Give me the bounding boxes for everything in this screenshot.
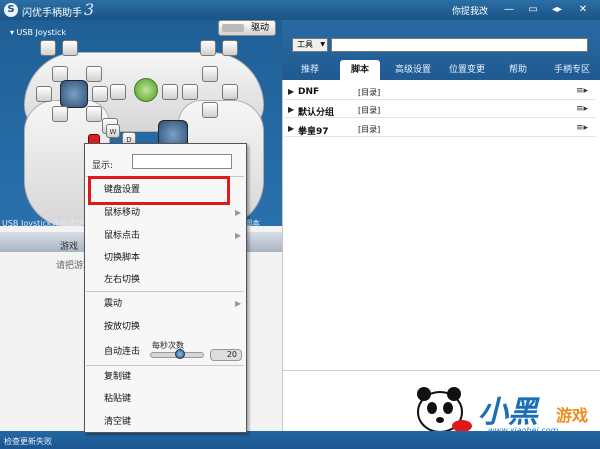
highlight-annotation [88, 176, 230, 205]
display-label: 显示: [92, 161, 114, 171]
tab-game[interactable]: 游戏 [60, 239, 78, 252]
script-group-row[interactable]: ▶ 拳皇97 [目录] ≡▸ [284, 121, 596, 137]
tab-advanced-settings[interactable]: 高级设置 [390, 60, 436, 80]
key-lt[interactable] [62, 40, 78, 56]
menu-item-vibration[interactable]: 震动 [104, 295, 244, 313]
update-status-text: 检查更新失败 [4, 437, 52, 446]
key-w[interactable]: W [106, 124, 120, 138]
script-group-row[interactable]: ▶ 默认分组 [目录] ≡▸ [284, 102, 596, 118]
submenu-arrow-icon: ▶ [235, 299, 242, 308]
key-a[interactable] [202, 102, 218, 118]
feedback-link[interactable]: 你提我改 [452, 4, 488, 17]
menu-item-mouse-move[interactable]: 鼠标移动 [104, 204, 244, 222]
menu-item-copy-key[interactable]: 复制键 [104, 368, 244, 386]
script-group-type: [目录] [358, 88, 381, 97]
search-input[interactable] [331, 38, 588, 52]
stick-left[interactable] [36, 86, 52, 102]
menu-item-switch-script[interactable]: 切换脚本 [104, 249, 244, 267]
tab-recommend[interactable]: 推荐 [290, 60, 330, 80]
app-title: 闪优手柄助手 [22, 8, 82, 19]
script-group-name: DNF [298, 87, 320, 97]
menu-item-press-release-toggle[interactable]: 按放切换 [104, 318, 244, 336]
submenu-arrow-icon: ▶ [235, 231, 242, 240]
script-group-name: 默认分组 [298, 108, 335, 118]
tab-scripts[interactable]: 脚本 [340, 60, 380, 80]
script-group-row[interactable]: ▶ DNF [目录] ≡▸ [284, 84, 596, 100]
key-rb[interactable] [222, 40, 238, 56]
stick-up-right[interactable] [86, 66, 102, 82]
key-start[interactable] [162, 84, 178, 100]
status-bar [0, 431, 600, 449]
menu-item-mouse-click[interactable]: 鼠标点击 [104, 227, 244, 245]
tab-help[interactable]: 帮助 [500, 60, 536, 80]
menu-item-clear-key[interactable]: 清空键 [104, 413, 244, 431]
frequency-value[interactable]: 20 [210, 349, 242, 361]
key-b[interactable] [222, 84, 238, 100]
menu-item-paste-key[interactable]: 粘贴键 [104, 390, 244, 408]
stick-down-right[interactable] [86, 106, 102, 122]
row-menu-icon[interactable]: ≡▸ [576, 123, 588, 133]
tab-position-change[interactable]: 位置变更 [444, 60, 490, 80]
close-button[interactable]: ✕ [572, 2, 594, 18]
key-back[interactable] [110, 84, 126, 100]
app-version: 3 [84, 0, 95, 19]
tab-controller-zone[interactable]: 手柄专区 [548, 60, 596, 80]
menu-item-auto-repeat[interactable]: 自动连击 [104, 343, 150, 361]
script-group-name: 拳皇97 [298, 127, 329, 137]
mini-mode-button[interactable]: ◂▸ [546, 2, 568, 18]
row-menu-icon[interactable]: ≡▸ [576, 86, 588, 96]
row-menu-icon[interactable]: ≡▸ [576, 104, 588, 114]
key-lb[interactable] [40, 40, 56, 56]
left-stick[interactable] [60, 80, 88, 108]
stick-right[interactable] [92, 86, 108, 102]
panda-mascot-icon [417, 387, 472, 433]
expand-arrow-icon[interactable]: ▶ [288, 124, 294, 133]
key-x[interactable] [182, 84, 198, 100]
watermark-logo-text: 小黑 [478, 395, 538, 430]
tools-dropdown[interactable]: 工具 [292, 38, 328, 52]
submenu-arrow-icon: ▶ [235, 208, 242, 217]
expand-arrow-icon[interactable]: ▶ [288, 105, 294, 114]
title-bar: S 闪优手柄助手 3 你提我改 — ▭ ◂▸ ✕ [0, 0, 600, 20]
minimize-button[interactable]: — [498, 2, 520, 18]
key-rt[interactable] [200, 40, 216, 56]
app-logo-icon: S [4, 3, 18, 17]
key-y[interactable] [202, 66, 218, 82]
script-group-type: [目录] [358, 125, 381, 134]
key-w-label: W [109, 128, 117, 136]
menu-separator [86, 291, 244, 292]
menu-item-left-right-switch[interactable]: 左右切换 [104, 271, 244, 289]
display-input[interactable] [132, 154, 232, 169]
expand-arrow-icon[interactable]: ▶ [288, 87, 294, 96]
device-selector[interactable]: ▾ USB Joystick [10, 28, 66, 37]
menu-separator [86, 365, 244, 366]
watermark-sub-text: 游戏 [556, 406, 589, 425]
frequency-slider-thumb[interactable] [175, 349, 185, 359]
driver-button[interactable]: 驱动 [218, 20, 276, 36]
stick-down-left[interactable] [52, 106, 68, 122]
restore-button[interactable]: ▭ [522, 2, 544, 18]
xbox-logo-icon [134, 78, 158, 102]
script-group-type: [目录] [358, 106, 381, 115]
